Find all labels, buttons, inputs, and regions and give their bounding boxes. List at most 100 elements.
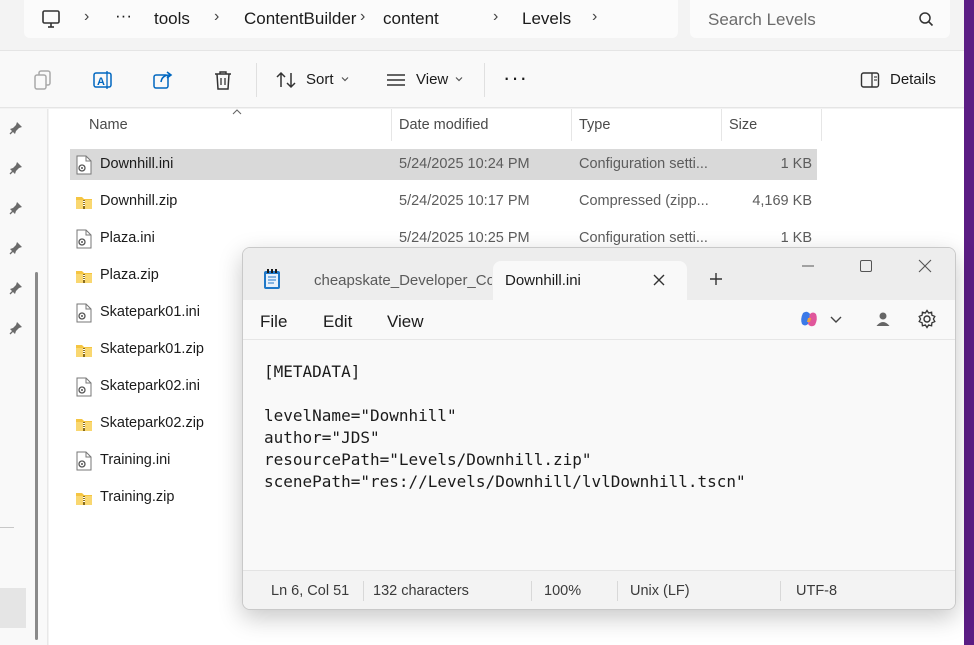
pin-icon[interactable] xyxy=(9,281,23,295)
command-bar: A Sort View ··· Details xyxy=(0,50,964,108)
zip-folder-icon xyxy=(75,192,93,212)
view-button[interactable]: View xyxy=(416,71,448,88)
breadcrumb-more[interactable]: ··· xyxy=(115,6,132,26)
chevron-right-icon[interactable]: › xyxy=(360,8,365,26)
pin-icon[interactable] xyxy=(9,121,23,135)
column-divider[interactable] xyxy=(571,109,572,141)
file-name: Skatepark01.ini xyxy=(100,304,200,320)
search-input[interactable]: Search Levels xyxy=(690,0,950,38)
text-editor[interactable]: [METADATA] levelName="Downhill" author="… xyxy=(243,341,955,569)
nav-scrollbar[interactable] xyxy=(35,272,38,640)
file-name: Plaza.zip xyxy=(100,267,159,283)
maximize-icon[interactable] xyxy=(858,258,874,274)
column-header-date[interactable]: Date modified xyxy=(399,117,488,133)
menu-edit[interactable]: Edit xyxy=(323,312,352,332)
breadcrumb-item-tools[interactable]: tools xyxy=(154,9,190,29)
config-file-icon xyxy=(75,229,93,249)
file-date: 5/24/2025 10:24 PM xyxy=(399,156,530,172)
menu-view[interactable]: View xyxy=(387,312,424,332)
gear-icon[interactable] xyxy=(917,309,937,329)
chevron-right-icon[interactable]: › xyxy=(214,8,219,26)
divider xyxy=(484,63,485,97)
details-button[interactable]: Details xyxy=(890,71,936,88)
divider xyxy=(617,581,618,601)
status-line-ending[interactable]: Unix (LF) xyxy=(630,583,690,599)
minimize-icon[interactable] xyxy=(800,258,816,274)
account-icon[interactable] xyxy=(873,309,893,329)
divider xyxy=(0,527,14,528)
tab-cheapskate-developer[interactable]: cheapskate_Developer_Co xyxy=(303,262,493,300)
file-name: Downhill.ini xyxy=(100,156,174,172)
chevron-down-icon[interactable] xyxy=(340,74,350,84)
search-placeholder: Search Levels xyxy=(708,10,816,29)
more-options-button[interactable]: ··· xyxy=(503,65,528,91)
notepad-window[interactable]: cheapskate_Developer_Co Downhill.ini Fil… xyxy=(242,247,956,610)
sort-ascending-icon xyxy=(232,109,242,115)
menu-bar: File Edit View xyxy=(243,300,955,340)
file-name: Skatepark02.zip xyxy=(100,415,204,431)
copilot-icon[interactable] xyxy=(799,309,819,329)
status-zoom[interactable]: 100% xyxy=(544,583,581,599)
column-header-name[interactable]: Name xyxy=(89,117,128,133)
config-file-icon xyxy=(75,155,93,175)
editor-line: levelName="Downhill" xyxy=(264,406,457,425)
file-name: Training.ini xyxy=(100,452,171,468)
this-pc-icon[interactable] xyxy=(41,9,61,29)
menu-file[interactable]: File xyxy=(260,312,287,332)
file-size: 1 KB xyxy=(780,156,812,172)
delete-icon[interactable] xyxy=(212,69,234,91)
file-date: 5/24/2025 10:25 PM xyxy=(399,230,530,246)
column-header-type[interactable]: Type xyxy=(579,117,610,133)
details-pane-icon[interactable] xyxy=(860,70,880,90)
close-tab-icon[interactable] xyxy=(652,273,666,287)
editor-line: [METADATA] xyxy=(264,362,361,381)
chevron-down-icon[interactable] xyxy=(829,309,843,329)
chevron-right-icon[interactable]: › xyxy=(592,8,597,26)
file-name: Downhill.zip xyxy=(100,193,178,209)
nav-selected-item[interactable] xyxy=(0,588,26,628)
file-row[interactable]: Downhill.zip 5/24/2025 10:17 PM Compressed… xyxy=(70,186,817,217)
close-window-icon[interactable] xyxy=(917,258,933,274)
status-encoding[interactable]: UTF-8 xyxy=(796,583,837,599)
editor-line: author="JDS" xyxy=(264,428,380,447)
navigation-pane xyxy=(0,109,48,645)
status-position[interactable]: Ln 6, Col 51 xyxy=(271,583,349,599)
rename-icon[interactable]: A xyxy=(92,69,114,91)
column-divider[interactable] xyxy=(721,109,722,141)
tab-label: cheapskate_Developer_Co xyxy=(314,272,492,289)
view-icon[interactable] xyxy=(385,69,407,91)
sort-button[interactable]: Sort xyxy=(306,71,334,88)
column-header-size[interactable]: Size xyxy=(729,117,757,133)
status-bar: Ln 6, Col 51 132 characters 100% Unix (L… xyxy=(243,570,955,609)
column-divider[interactable] xyxy=(821,109,822,141)
tab-downhill-ini[interactable]: Downhill.ini xyxy=(493,261,687,301)
breadcrumb-item-content[interactable]: content xyxy=(383,9,439,29)
zip-folder-icon xyxy=(75,266,93,286)
address-bar[interactable]: › ··· tools › ContentBuilder › content ›… xyxy=(24,0,678,38)
divider xyxy=(780,581,781,601)
chevron-right-icon[interactable]: › xyxy=(493,8,498,26)
desktop-edge xyxy=(964,0,974,645)
column-divider[interactable] xyxy=(391,109,392,141)
copy-icon[interactable] xyxy=(32,69,54,91)
sort-icon[interactable] xyxy=(275,69,297,91)
title-bar[interactable]: cheapskate_Developer_Co Downhill.ini xyxy=(243,248,955,301)
zip-folder-icon xyxy=(75,340,93,360)
editor-line: scenePath="res://Levels/Downhill/lvlDown… xyxy=(264,472,746,491)
breadcrumb-item-contentbuilder[interactable]: ContentBuilder xyxy=(244,9,356,29)
pin-icon[interactable] xyxy=(9,201,23,215)
chevron-right-icon[interactable]: › xyxy=(84,8,89,26)
file-type: Configuration setti... xyxy=(579,156,708,172)
new-tab-icon[interactable] xyxy=(709,272,723,286)
share-icon[interactable] xyxy=(152,69,174,91)
chevron-down-icon[interactable] xyxy=(454,74,464,84)
pin-icon[interactable] xyxy=(9,321,23,335)
breadcrumb-item-levels[interactable]: Levels xyxy=(522,9,571,29)
config-file-icon xyxy=(75,303,93,323)
pin-icon[interactable] xyxy=(9,241,23,255)
search-icon[interactable] xyxy=(918,11,934,27)
pin-icon[interactable] xyxy=(9,161,23,175)
file-row[interactable]: Downhill.ini 5/24/2025 10:24 PM Configurat… xyxy=(70,149,817,180)
file-type: Configuration setti... xyxy=(579,230,708,246)
file-name: Skatepark01.zip xyxy=(100,341,204,357)
